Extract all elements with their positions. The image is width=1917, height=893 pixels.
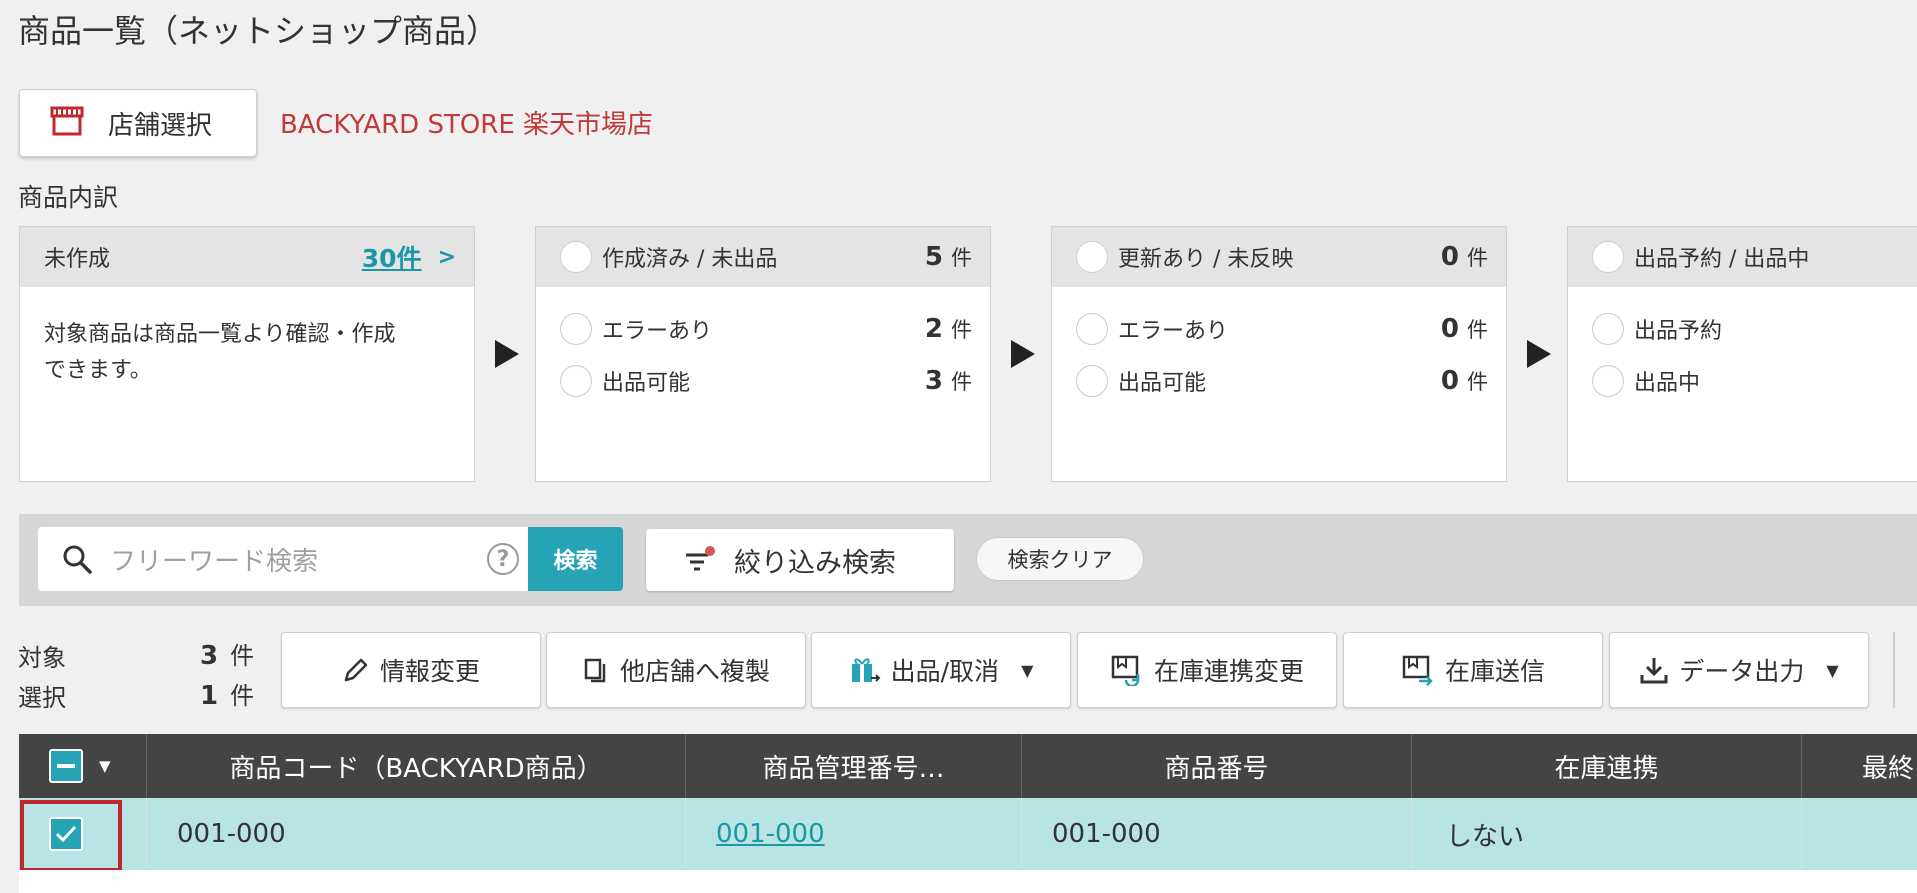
list-cancel-dropdown[interactable]: 出品/取消 ▼ [811, 632, 1071, 708]
target-count: 3件 [200, 641, 255, 671]
card-created-count: 5 [924, 242, 943, 272]
edit-info-button[interactable]: 情報変更 [281, 632, 541, 708]
header-stock-link[interactable]: 在庫連携 [1412, 734, 1802, 798]
card-created: 作成済み / 未出品 5 件 エラーあり 2 件 出品可能 3 件 [535, 226, 991, 482]
search-placeholder: フリーワード検索 [110, 546, 319, 577]
page-title: 商品一覧（ネットショップ商品） [18, 12, 499, 50]
store-select-button[interactable]: 店舗選択 [19, 89, 257, 157]
card-listing: 出品予約 / 出品中 出品予約 出品中 [1567, 226, 1917, 482]
cell-manage-no[interactable]: 001-000 [686, 798, 1022, 870]
breakdown-label: 商品内訳 [18, 183, 119, 212]
card-listing-row-reserved[interactable]: 出品予約 [1568, 303, 1917, 355]
header-manage-no[interactable]: 商品管理番号… [686, 734, 1022, 798]
copy-to-store-button[interactable]: 他店舗へ複製 [546, 632, 806, 708]
filter-search-button[interactable]: 絞り込み検索 [646, 529, 954, 591]
divider [1893, 632, 1895, 708]
uncreated-count-link[interactable]: 30件 [362, 239, 422, 275]
search-icon [62, 544, 92, 574]
radio[interactable] [560, 365, 592, 397]
card-updated-row-error[interactable]: エラーあり 0 件 [1052, 303, 1506, 355]
flow-arrow-icon [495, 340, 519, 368]
header-product-code[interactable]: 商品コード（BACKYARD商品） [147, 734, 686, 798]
header-select-all[interactable]: ▼ [19, 734, 147, 798]
caret-down-icon: ▼ [1826, 660, 1839, 680]
card-uncreated-label: 未作成 [44, 247, 111, 272]
cell-product-code: 001-000 [147, 798, 686, 870]
selection-highlight-box [20, 800, 122, 872]
header-last[interactable]: 最終 [1802, 734, 1917, 798]
data-export-dropdown[interactable]: データ出力 ▼ [1609, 632, 1869, 708]
header-item-no[interactable]: 商品番号 [1022, 734, 1412, 798]
search-clear-button[interactable]: 検索クリア [976, 537, 1144, 581]
stock-link-change-button[interactable]: 在庫連携変更 [1077, 632, 1337, 708]
card-listing-label: 出品予約 / 出品中 [1634, 247, 1810, 272]
table-row[interactable] [19, 870, 1917, 893]
card-updated: 更新あり / 未反映 0 件 エラーあり 0 件 出品可能 0 件 [1051, 226, 1507, 482]
cell-last [1802, 798, 1917, 870]
flow-arrow-icon [1011, 340, 1035, 368]
selected-count: 1件 [200, 681, 255, 711]
card-listing-row-active[interactable]: 出品中 [1568, 355, 1917, 407]
card-updated-radio[interactable] [1076, 241, 1108, 273]
help-icon[interactable]: ? [487, 543, 519, 575]
select-all-checkbox[interactable] [49, 749, 83, 783]
filter-icon [684, 546, 716, 574]
card-updated-label: 更新あり / 未反映 [1118, 247, 1294, 272]
chevron-right-icon[interactable]: > [438, 245, 456, 270]
target-count-label: 対象 [18, 644, 66, 672]
search-input[interactable]: フリーワード検索 ? [38, 527, 529, 591]
store-select-label: 店舗選択 [108, 110, 213, 141]
store-icon [50, 106, 84, 140]
card-listing-radio[interactable] [1592, 241, 1624, 273]
selected-count-label: 選択 [18, 684, 66, 712]
store-name: BACKYARD STORE 楽天市場店 [280, 110, 654, 140]
cell-stock-link: しない [1412, 798, 1802, 870]
filter-search-label: 絞り込み検索 [734, 547, 896, 579]
card-updated-row-listable[interactable]: 出品可能 0 件 [1052, 355, 1506, 407]
radio[interactable] [1592, 313, 1624, 345]
caret-down-icon[interactable]: ▼ [99, 757, 111, 775]
copy-icon [582, 656, 610, 684]
stock-sync-icon [1110, 654, 1144, 686]
radio[interactable] [560, 313, 592, 345]
cell-item-no: 001-000 [1022, 798, 1412, 870]
stock-send-button[interactable]: 在庫送信 [1343, 632, 1603, 708]
radio[interactable] [1076, 313, 1108, 345]
stock-send-icon [1401, 654, 1435, 686]
radio[interactable] [1076, 365, 1108, 397]
card-uncreated: 未作成 30件 > 対象商品は商品一覧より確認・作成 できます。 [19, 226, 475, 482]
pencil-icon [342, 656, 370, 684]
card-created-radio[interactable] [560, 241, 592, 273]
caret-down-icon: ▼ [1021, 660, 1034, 680]
card-updated-count: 0 [1440, 242, 1459, 272]
manage-no-link[interactable]: 001-000 [716, 819, 825, 849]
card-created-row-error[interactable]: エラーあり 2 件 [536, 303, 990, 355]
search-button[interactable]: 検索 [528, 527, 623, 591]
flow-arrow-icon [1527, 340, 1551, 368]
card-uncreated-desc: 対象商品は商品一覧より確認・作成 できます。 [44, 322, 396, 383]
card-created-row-listable[interactable]: 出品可能 3 件 [536, 355, 990, 407]
gift-icon [849, 654, 881, 686]
download-icon [1639, 655, 1669, 685]
radio[interactable] [1592, 365, 1624, 397]
card-created-label: 作成済み / 未出品 [602, 247, 778, 272]
